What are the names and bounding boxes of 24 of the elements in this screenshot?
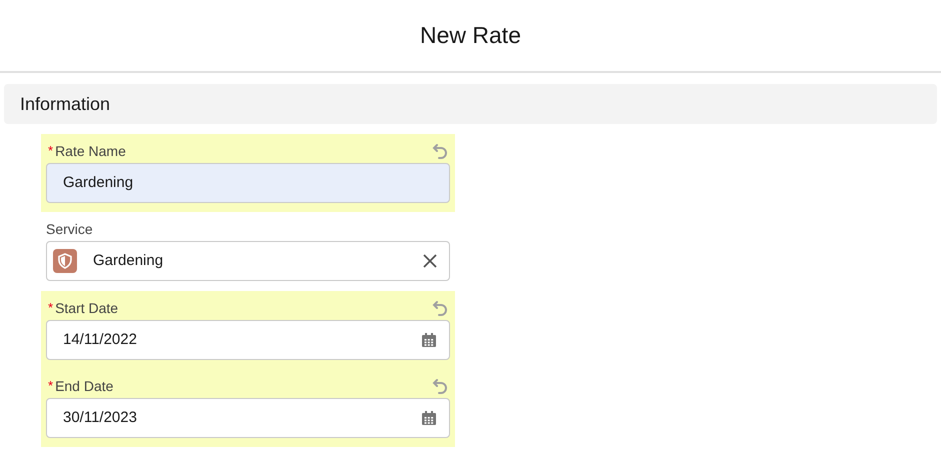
modal-title: New Rate xyxy=(420,21,521,50)
field-value: 14/11/2022 xyxy=(62,330,138,350)
section-header[interactable]: Information xyxy=(4,84,937,124)
field-value: Gardening xyxy=(92,250,164,271)
field-value: Gardening xyxy=(62,172,134,193)
shield-icon xyxy=(53,249,77,273)
field-label: End Date xyxy=(55,376,114,396)
date-field[interactable]: 14/11/2022 xyxy=(46,320,450,360)
lookup-field[interactable]: Gardening xyxy=(46,241,450,281)
undo-icon[interactable] xyxy=(432,300,448,316)
field-value: 30/11/2023 xyxy=(62,408,138,428)
required-mark: * xyxy=(48,377,54,396)
field-label: Service xyxy=(46,220,93,238)
undo-icon[interactable] xyxy=(432,143,448,159)
date-field[interactable]: 30/11/2023 xyxy=(46,398,450,438)
clear-icon[interactable] xyxy=(423,254,437,268)
field-label: Start Date xyxy=(55,298,118,318)
calendar-icon[interactable] xyxy=(421,410,437,426)
undo-icon[interactable] xyxy=(432,378,448,394)
field-label: Rate Name xyxy=(55,142,126,160)
calendar-icon[interactable] xyxy=(421,332,437,348)
input-field[interactable]: Gardening xyxy=(46,163,450,203)
required-mark: * xyxy=(48,299,54,318)
required-mark: * xyxy=(48,142,54,160)
